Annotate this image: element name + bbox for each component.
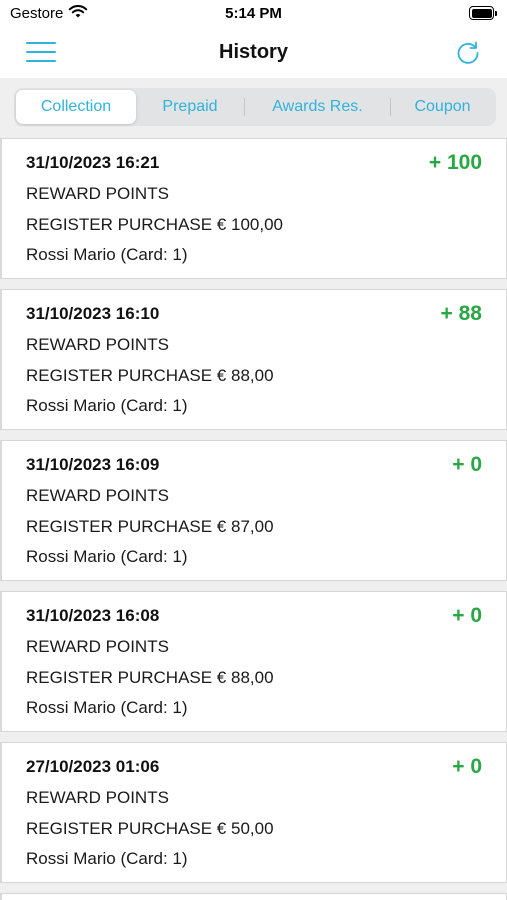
entry-customer: Rossi Mario (Card: 1) bbox=[26, 547, 188, 566]
entry-type: REWARD POINTS bbox=[26, 637, 169, 656]
tab-prepaid[interactable]: Prepaid bbox=[136, 90, 244, 124]
segmented-control: Collection Prepaid Awards Res. Coupon bbox=[14, 88, 496, 126]
navigation-bar: History bbox=[0, 28, 507, 78]
entry-description: REGISTER PURCHASE € 88,00 bbox=[26, 668, 274, 687]
history-card[interactable]: 31/10/2023 16:21 + 100 REWARD POINTS REG… bbox=[0, 138, 507, 279]
entry-description: REGISTER PURCHASE € 88,00 bbox=[26, 366, 274, 385]
page-title: History bbox=[219, 41, 288, 63]
tab-awards-reserved[interactable]: Awards Res. bbox=[245, 90, 390, 124]
battery-icon bbox=[469, 6, 497, 20]
entry-date: 31/10/2023 16:09 bbox=[26, 455, 160, 474]
entry-date: 27/10/2023 01:06 bbox=[26, 757, 160, 776]
entry-points: + 0 bbox=[452, 453, 482, 476]
entry-points: + 100 bbox=[428, 151, 482, 174]
entry-type: REWARD POINTS bbox=[26, 486, 169, 505]
history-card[interactable]: 31/10/2023 16:10 + 88 REWARD POINTS REGI… bbox=[0, 289, 507, 430]
history-card[interactable]: 31/10/2023 16:08 + 0 REWARD POINTS REGIS… bbox=[0, 591, 507, 732]
tab-collection[interactable]: Collection bbox=[16, 90, 136, 124]
history-card[interactable]: 31/10/2023 16:09 + 0 REWARD POINTS REGIS… bbox=[0, 440, 507, 581]
refresh-icon[interactable] bbox=[453, 38, 483, 68]
entry-points: + 0 bbox=[452, 604, 482, 627]
entry-type: REWARD POINTS bbox=[26, 788, 169, 807]
status-time: 5:14 PM bbox=[225, 5, 282, 22]
entry-points: + 88 bbox=[440, 302, 482, 325]
history-card[interactable]: 27/10/2023 01:06 + 0 REWARD POINTS REGIS… bbox=[0, 742, 507, 883]
entry-customer: Rossi Mario (Card: 1) bbox=[26, 245, 188, 264]
entry-points: + 0 bbox=[452, 755, 482, 778]
history-card-partial[interactable] bbox=[0, 893, 507, 900]
entry-type: REWARD POINTS bbox=[26, 335, 169, 354]
entry-date: 31/10/2023 16:10 bbox=[26, 304, 160, 323]
entry-date: 31/10/2023 16:08 bbox=[26, 606, 160, 625]
entry-type: REWARD POINTS bbox=[26, 184, 169, 203]
entry-description: REGISTER PURCHASE € 87,00 bbox=[26, 517, 274, 536]
status-bar: Gestore 5:14 PM bbox=[0, 0, 507, 28]
entry-customer: Rossi Mario (Card: 1) bbox=[26, 849, 188, 868]
entry-customer: Rossi Mario (Card: 1) bbox=[26, 698, 188, 717]
entry-date: 31/10/2023 16:21 bbox=[26, 153, 160, 172]
tab-bar-container: Collection Prepaid Awards Res. Coupon bbox=[0, 78, 507, 138]
tab-coupon[interactable]: Coupon bbox=[391, 90, 494, 124]
entry-description: REGISTER PURCHASE € 50,00 bbox=[26, 819, 274, 838]
entry-description: REGISTER PURCHASE € 100,00 bbox=[26, 215, 283, 234]
entry-customer: Rossi Mario (Card: 1) bbox=[26, 396, 188, 415]
